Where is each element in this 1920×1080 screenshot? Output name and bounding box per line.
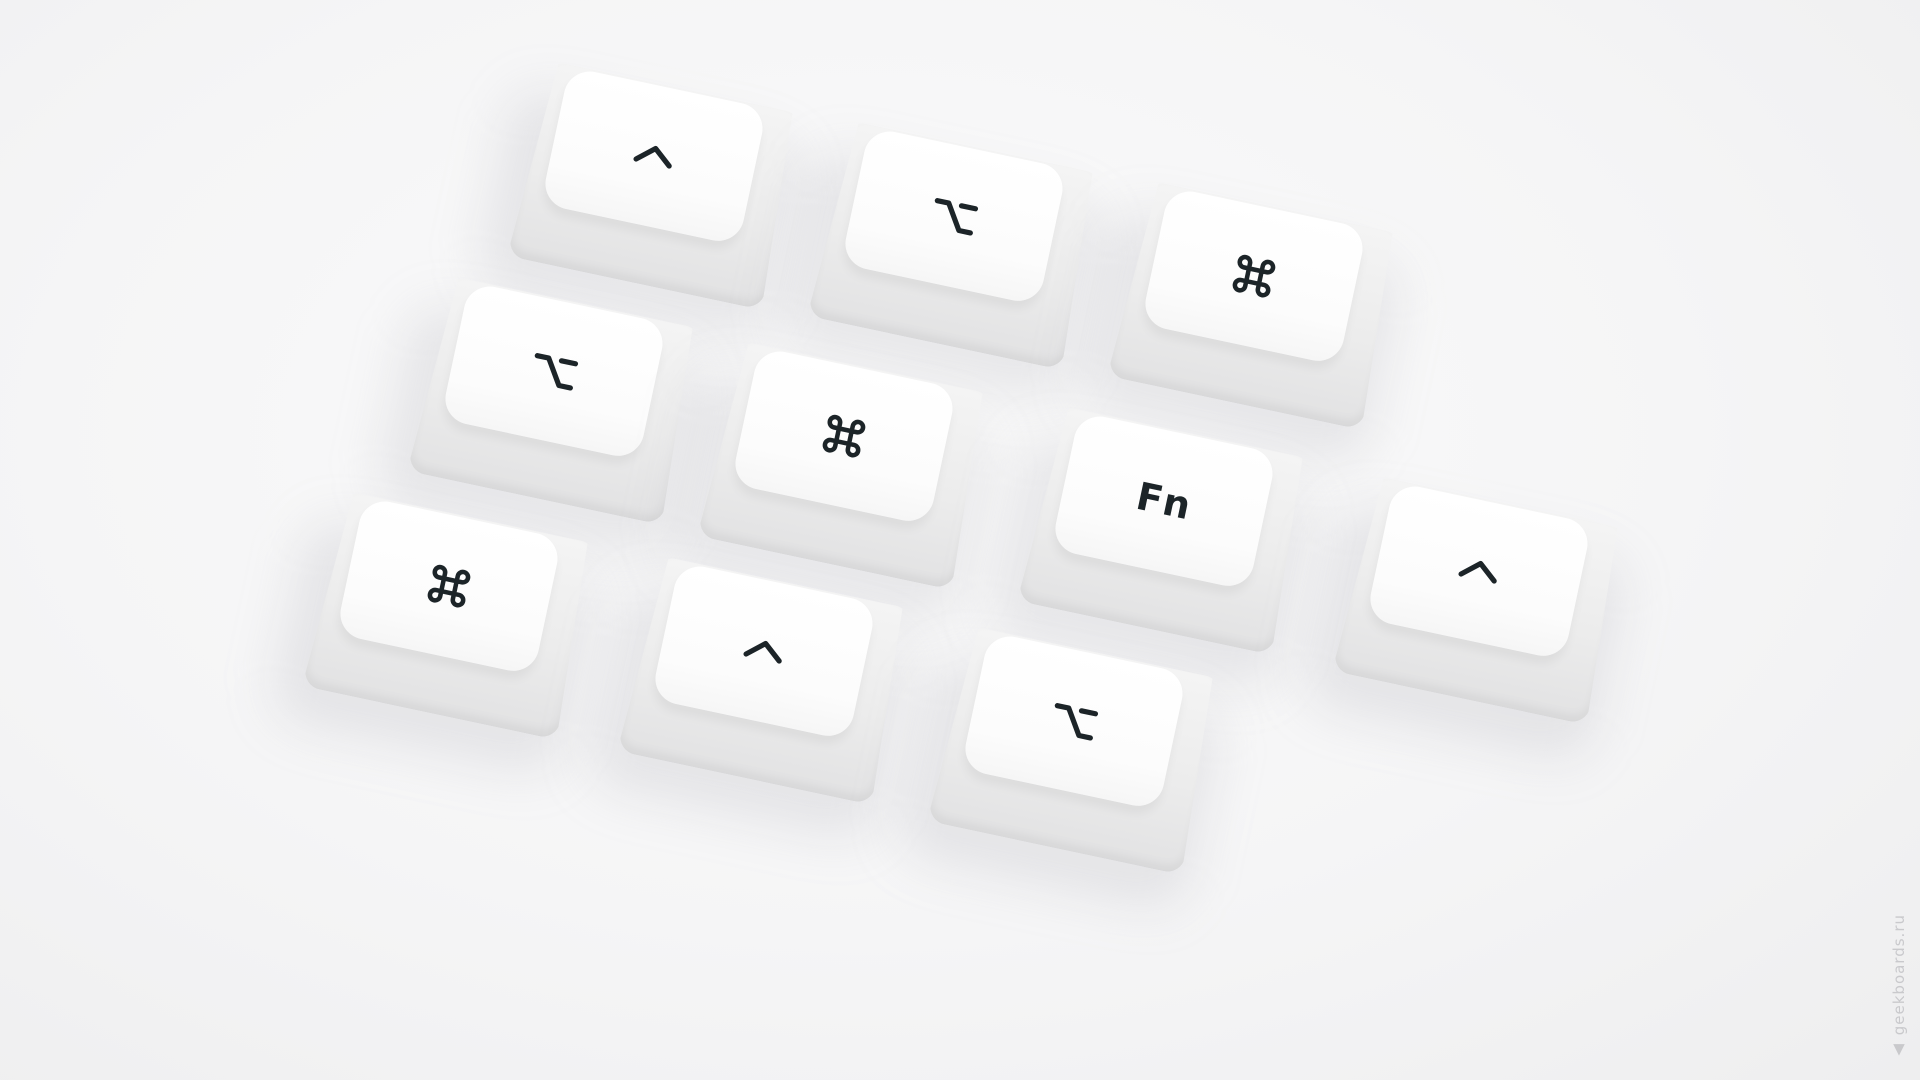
keycap-control — [1294, 475, 1632, 767]
keycap-command — [1069, 180, 1407, 472]
keycap-control — [469, 60, 807, 352]
keycaps-photo: Fn — [0, 0, 1920, 1080]
keycap-option — [769, 120, 1107, 412]
watermark: ▲ geekboards.ru — [1890, 913, 1908, 1060]
